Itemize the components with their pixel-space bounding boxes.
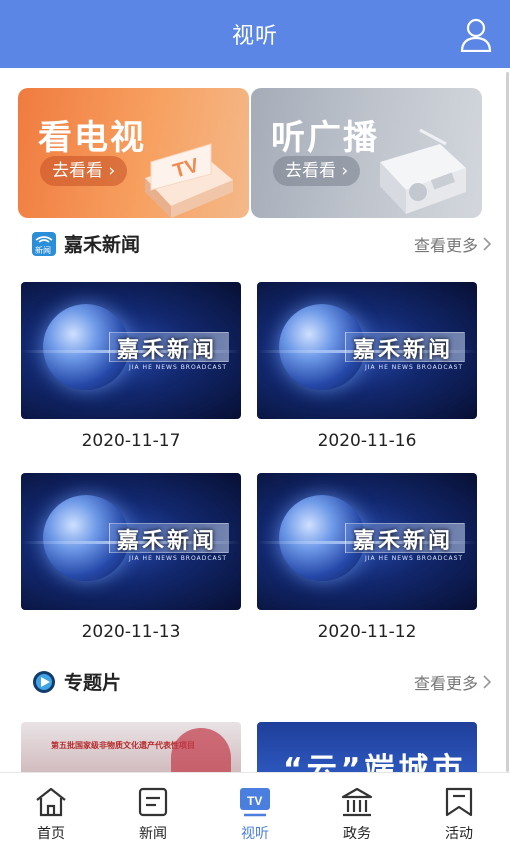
- go-see-button[interactable]: 去看看 ›: [40, 156, 128, 186]
- banner-title: 听广播: [271, 118, 379, 158]
- thumbnail-subtitle: JIA HE NEWS BROADCAST: [365, 364, 464, 371]
- thumbnail-title: 嘉禾新闻: [117, 338, 218, 363]
- video-date: 2020-11-16: [317, 431, 417, 451]
- go-see-button[interactable]: 去看看 ›: [273, 156, 361, 186]
- thumbnail-title: 嘉禾新闻: [117, 529, 218, 554]
- tab-label: 视听: [241, 826, 269, 842]
- svg-text:TV: TV: [247, 794, 262, 808]
- user-icon: [460, 18, 492, 53]
- radio-illustration-icon: [380, 128, 466, 214]
- thumbnail-subtitle: JIA HE NEWS BROADCAST: [129, 555, 228, 562]
- play-video-icon: [33, 671, 55, 693]
- section-title: 专题片: [64, 672, 122, 694]
- tab-label: 新闻: [139, 826, 167, 842]
- app-screen: 视听 看电视 去看看 › TV 听广播 去看看 › 新闻 嘉禾新闻 查看更多 嘉…: [0, 0, 510, 850]
- news-badge-icon: 新闻: [32, 232, 56, 256]
- tab-label: 政务: [343, 826, 371, 842]
- special-section-header: 专题片 查看更多: [0, 666, 510, 698]
- tab-activity[interactable]: 活动: [408, 773, 510, 850]
- government-icon: [341, 787, 373, 817]
- tab-government[interactable]: 政务: [306, 773, 408, 850]
- activity-icon: [445, 787, 473, 817]
- banner-title: 看电视: [38, 118, 146, 158]
- news-video-card[interactable]: 嘉禾新闻 JIA HE NEWS BROADCAST 2020-11-17: [21, 282, 241, 451]
- chevron-right-icon: [483, 675, 492, 689]
- top-bar: 视听: [0, 0, 510, 68]
- costume-figure-graphic: [171, 728, 231, 778]
- video-date: 2020-11-17: [81, 431, 181, 451]
- video-date: 2020-11-12: [317, 622, 417, 642]
- video-thumbnail[interactable]: 嘉禾新闻 JIA HE NEWS BROADCAST: [257, 473, 477, 610]
- tab-news[interactable]: 新闻: [102, 773, 204, 850]
- thumbnail-title: 嘉禾新闻: [353, 338, 454, 363]
- tab-audio-video[interactable]: TV 视听: [204, 773, 306, 850]
- tab-home[interactable]: 首页: [0, 773, 102, 850]
- listen-radio-banner[interactable]: 听广播 去看看 ›: [251, 88, 482, 218]
- video-date: 2020-11-13: [81, 622, 181, 642]
- special-more-link[interactable]: 查看更多: [414, 670, 492, 694]
- news-video-card[interactable]: 嘉禾新闻 JIA HE NEWS BROADCAST 2020-11-12: [257, 473, 477, 642]
- news-more-link[interactable]: 查看更多: [414, 232, 492, 256]
- tab-label: 首页: [37, 826, 65, 842]
- thumbnail-title: 嘉禾新闻: [353, 529, 454, 554]
- tv-icon: TV: [240, 788, 270, 817]
- more-label: 查看更多: [413, 236, 478, 255]
- news-video-card[interactable]: 嘉禾新闻 JIA HE NEWS BROADCAST 2020-11-13: [21, 473, 241, 642]
- news-video-card[interactable]: 嘉禾新闻 JIA HE NEWS BROADCAST 2020-11-16: [257, 282, 477, 451]
- user-profile-button[interactable]: [460, 18, 492, 53]
- more-label: 查看更多: [413, 674, 478, 693]
- watch-tv-banner[interactable]: 看电视 去看看 › TV: [18, 88, 249, 218]
- page-title: 视听: [231, 24, 278, 49]
- news-icon: [138, 787, 168, 817]
- tab-label: 活动: [445, 826, 473, 842]
- video-thumbnail[interactable]: 嘉禾新闻 JIA HE NEWS BROADCAST: [21, 282, 241, 419]
- section-title: 嘉禾新闻: [64, 234, 141, 256]
- thumbnail-subtitle: JIA HE NEWS BROADCAST: [129, 364, 228, 371]
- home-icon: [36, 787, 66, 817]
- chevron-right-icon: [483, 237, 492, 251]
- video-thumbnail[interactable]: 嘉禾新闻 JIA HE NEWS BROADCAST: [21, 473, 241, 610]
- bottom-tab-bar: 首页 新闻 TV 视听 政务 活动: [0, 772, 510, 850]
- thumbnail-subtitle: JIA HE NEWS BROADCAST: [365, 555, 464, 562]
- video-thumbnail[interactable]: 嘉禾新闻 JIA HE NEWS BROADCAST: [257, 282, 477, 419]
- news-section-header: 新闻 嘉禾新闻 查看更多: [0, 228, 510, 260]
- tv-illustration-icon: TV: [145, 143, 233, 218]
- news-badge-text: 新闻: [35, 245, 51, 255]
